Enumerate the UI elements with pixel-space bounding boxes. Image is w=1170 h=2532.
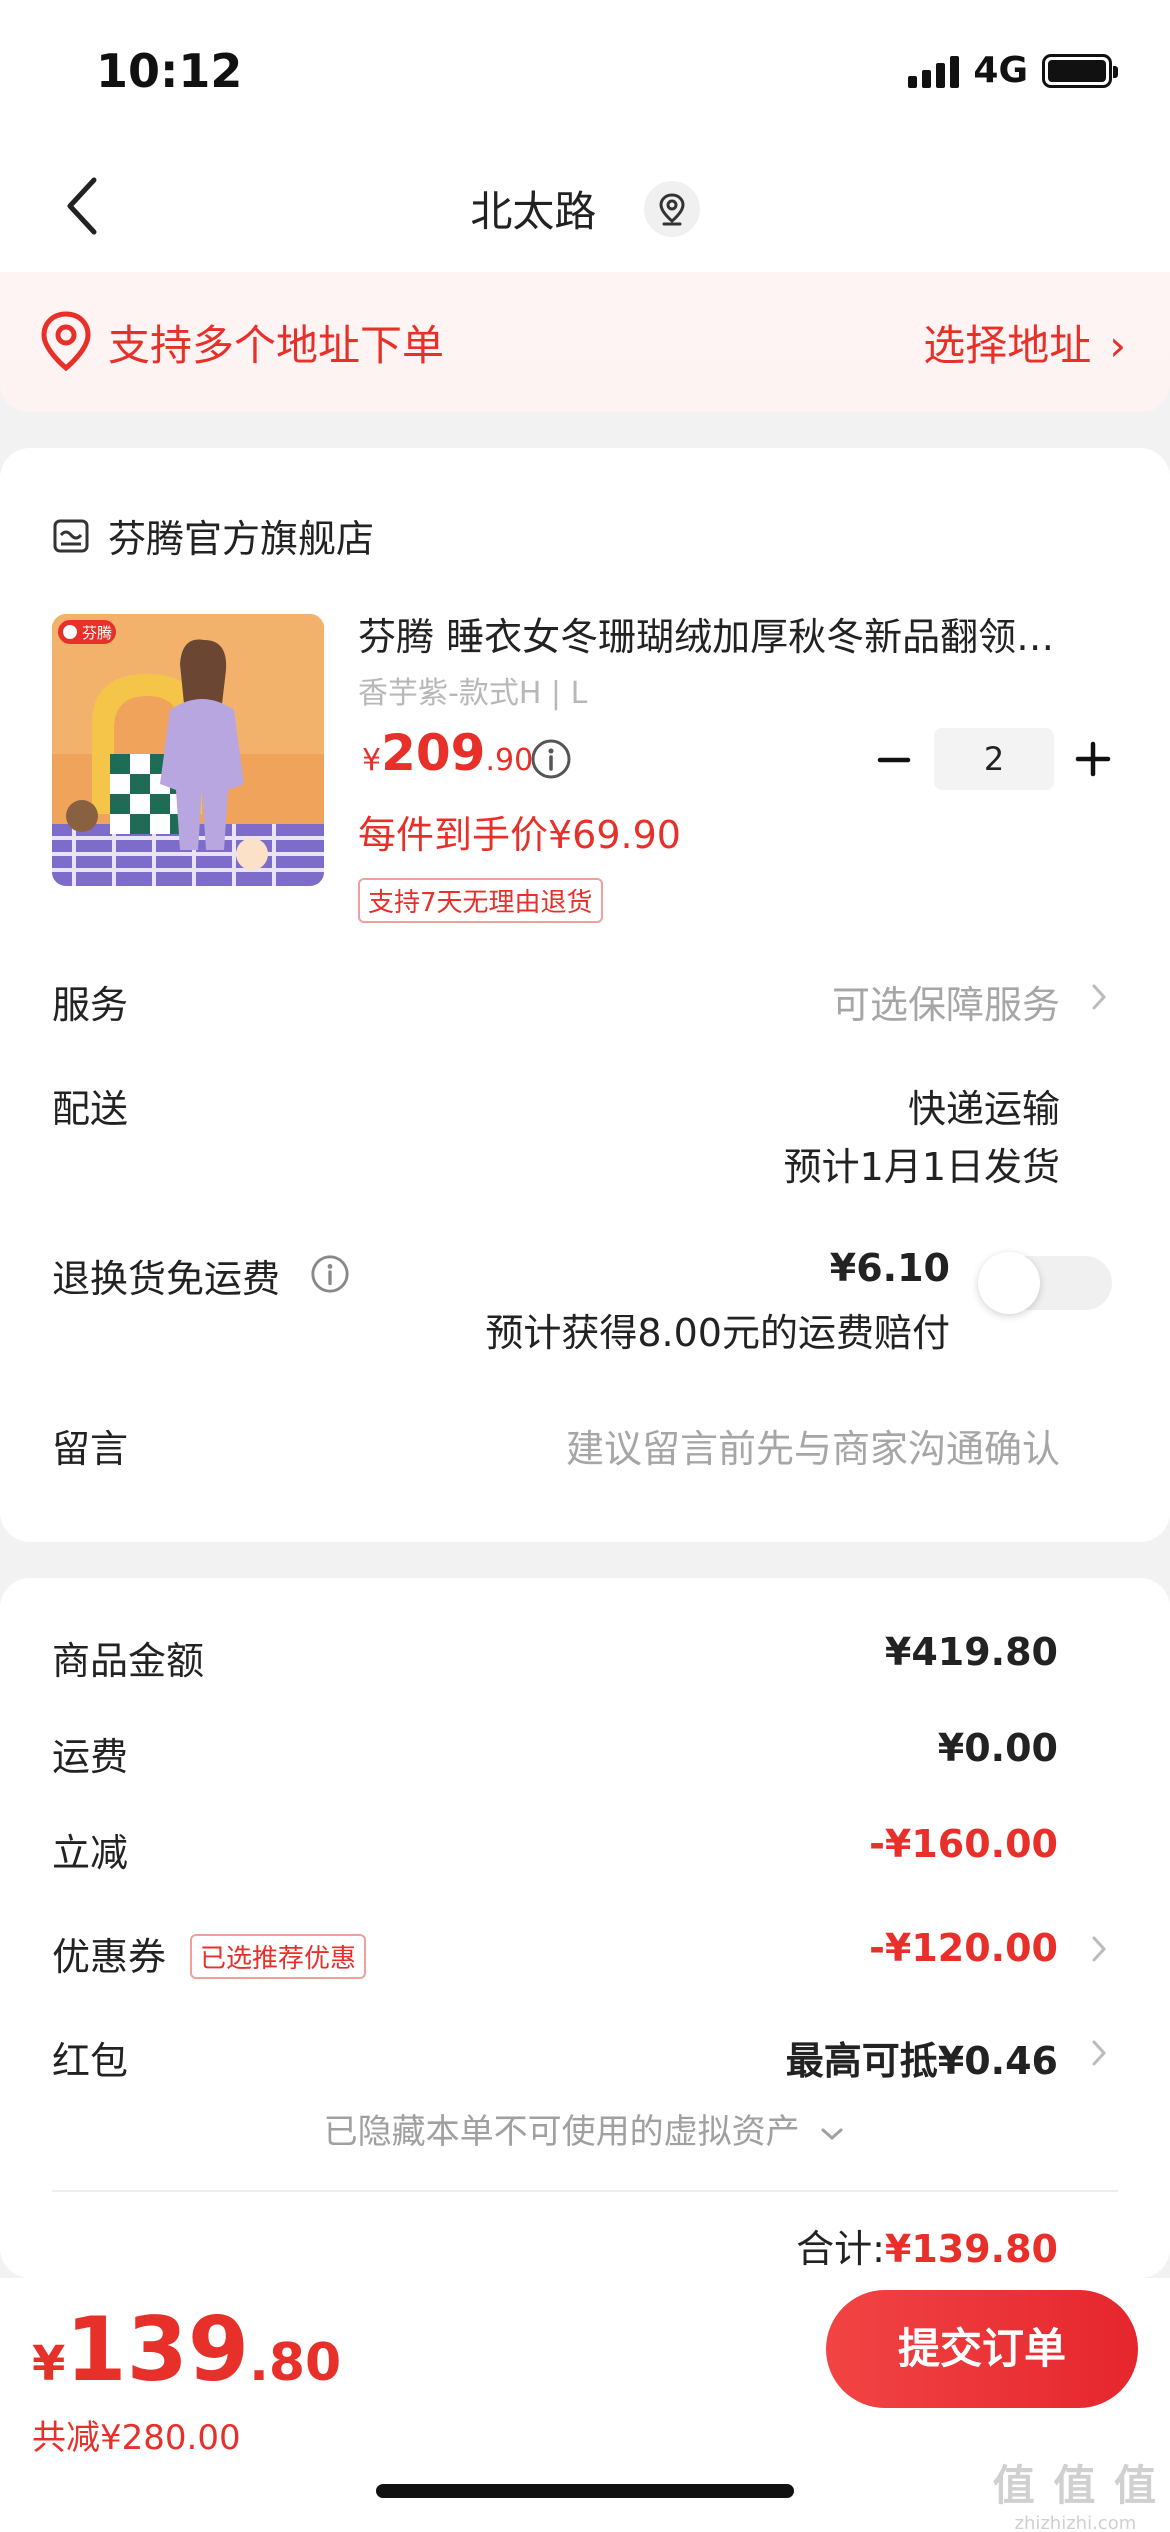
home-indicator[interactable] bbox=[376, 2484, 794, 2498]
shipping-fee-label: 运费 bbox=[52, 1735, 129, 1779]
status-indicators: 4G bbox=[908, 50, 1118, 91]
coupon-label: 优惠券 bbox=[52, 1935, 167, 1979]
checkout-currency: ¥ bbox=[32, 2336, 66, 2392]
goods-amount-label: 商品金额 bbox=[52, 1639, 205, 1683]
product-price: ¥209.90 bbox=[362, 724, 533, 782]
message-label: 留言 bbox=[52, 1427, 129, 1471]
multi-address-text: 支持多个地址下单 bbox=[108, 321, 445, 370]
freight-insurance-note: 预计获得8.00元的运费赔付 bbox=[485, 1311, 950, 1355]
chevron-right-icon[interactable] bbox=[1088, 980, 1110, 1014]
hidden-assets-toggle[interactable]: 已隐藏本单不可使用的虚拟资产 bbox=[0, 2104, 1170, 2153]
page-title: 北太路 bbox=[470, 187, 597, 236]
signal-icon bbox=[908, 54, 960, 88]
total-value: ¥139.80 bbox=[884, 2227, 1058, 2271]
checkout-total: ¥139.80 bbox=[32, 2298, 341, 2401]
multi-address-banner[interactable]: 支持多个地址下单 选择地址 › bbox=[0, 272, 1170, 412]
quantity-stepper[interactable]: 2 bbox=[934, 728, 1054, 790]
nav-bar: 北太路 bbox=[0, 140, 1170, 272]
order-item-card: 芬腾官方旗舰店 芬腾 芬腾 睡衣女冬珊瑚绒加厚秋冬新品翻领… 香芋紫-款式H |… bbox=[0, 448, 1170, 1542]
divider bbox=[52, 2190, 1118, 2192]
instant-discount-value: -¥160.00 bbox=[869, 1822, 1058, 1866]
instant-discount-label: 立减 bbox=[52, 1831, 129, 1875]
total-line: 合计:¥139.80 bbox=[796, 2218, 1058, 2273]
chevron-right-icon[interactable] bbox=[1088, 1932, 1110, 1966]
shipping-fee-value: ¥0.00 bbox=[937, 1726, 1058, 1770]
shop-name: 芬腾官方旗舰店 bbox=[108, 517, 375, 561]
checkout-price-integer: 139 bbox=[65, 2298, 250, 2401]
watermark-logo: 值 值 值 bbox=[992, 2461, 1158, 2510]
service-option[interactable]: 可选保障服务 bbox=[832, 974, 1060, 1029]
product-variant[interactable]: 香芋紫-款式H | L bbox=[358, 668, 587, 712]
product-photo: 芬腾 bbox=[52, 614, 324, 886]
info-icon[interactable] bbox=[530, 738, 572, 780]
delivery-eta: 预计1月1日发货 bbox=[783, 1145, 1060, 1189]
price-decimal: .90 bbox=[485, 743, 534, 778]
price-integer: 209 bbox=[381, 724, 486, 782]
chevron-down-icon bbox=[821, 2128, 843, 2140]
watermark: 值 值 值 zhizhizhi.com bbox=[993, 2452, 1158, 2532]
network-type: 4G bbox=[973, 50, 1028, 91]
location-pin-icon bbox=[659, 192, 685, 225]
message-input[interactable]: 建议留言前先与商家沟通确认 bbox=[566, 1418, 1060, 1473]
total-savings: 共减¥280.00 bbox=[32, 2418, 241, 2458]
location-marker-icon bbox=[41, 311, 91, 372]
status-time: 10:12 bbox=[96, 44, 243, 98]
freight-insurance-toggle[interactable] bbox=[978, 1252, 1112, 1314]
goods-amount-value: ¥419.80 bbox=[884, 1630, 1058, 1674]
select-address-link[interactable]: 选择地址 › bbox=[923, 312, 1126, 373]
product-title[interactable]: 芬腾 睡衣女冬珊瑚绒加厚秋冬新品翻领… bbox=[358, 606, 1098, 661]
shop-icon bbox=[53, 519, 89, 552]
chevron-right-icon[interactable] bbox=[1088, 2036, 1110, 2070]
select-address-label: 选择地址 bbox=[923, 321, 1092, 370]
price-summary-card: 商品金额 ¥419.80 运费 ¥0.00 立减 -¥160.00 优惠券 已选… bbox=[0, 1578, 1170, 2278]
status-bar: 10:12 4G bbox=[0, 0, 1170, 140]
freight-insurance-price: ¥6.10 bbox=[829, 1246, 950, 1290]
chevron-right-icon: › bbox=[1109, 321, 1126, 370]
red-packet-label: 红包 bbox=[52, 2039, 129, 2083]
delivery-method: 快递运输 bbox=[907, 1087, 1060, 1131]
freight-insurance-label: 退换货免运费 bbox=[52, 1257, 281, 1301]
battery-icon bbox=[1042, 53, 1118, 88]
info-icon[interactable] bbox=[310, 1254, 350, 1294]
shop-header[interactable]: 芬腾官方旗舰店 bbox=[52, 508, 374, 563]
minus-icon[interactable] bbox=[876, 742, 912, 778]
checkout-price-decimal: .80 bbox=[249, 2333, 342, 2393]
watermark-url: zhizhizhi.com bbox=[1014, 2513, 1137, 2532]
submit-order-button[interactable]: 提交订单 bbox=[826, 2290, 1138, 2408]
coupon-value[interactable]: -¥120.00 bbox=[869, 1926, 1058, 1970]
coupon-recommended-badge: 已选推荐优惠 bbox=[190, 1934, 367, 1979]
total-label: 合计: bbox=[796, 2227, 885, 2271]
return-policy-badge: 支持7天无理由退货 bbox=[358, 878, 603, 923]
delivery-label: 配送 bbox=[52, 1087, 129, 1131]
location-pin-button[interactable] bbox=[643, 180, 700, 237]
toggle-knob bbox=[978, 1252, 1040, 1314]
price-currency: ¥ bbox=[362, 743, 382, 778]
red-packet-value[interactable]: 最高可抵¥0.46 bbox=[786, 2030, 1058, 2085]
brand-badge-text: 芬腾 bbox=[82, 624, 112, 642]
service-label: 服务 bbox=[52, 983, 129, 1027]
plus-icon[interactable] bbox=[1074, 740, 1112, 778]
product-image[interactable]: 芬腾 bbox=[52, 614, 324, 886]
hidden-assets-text: 已隐藏本单不可使用的虚拟资产 bbox=[323, 2112, 800, 2152]
unit-price: 每件到手价¥69.90 bbox=[358, 813, 681, 857]
